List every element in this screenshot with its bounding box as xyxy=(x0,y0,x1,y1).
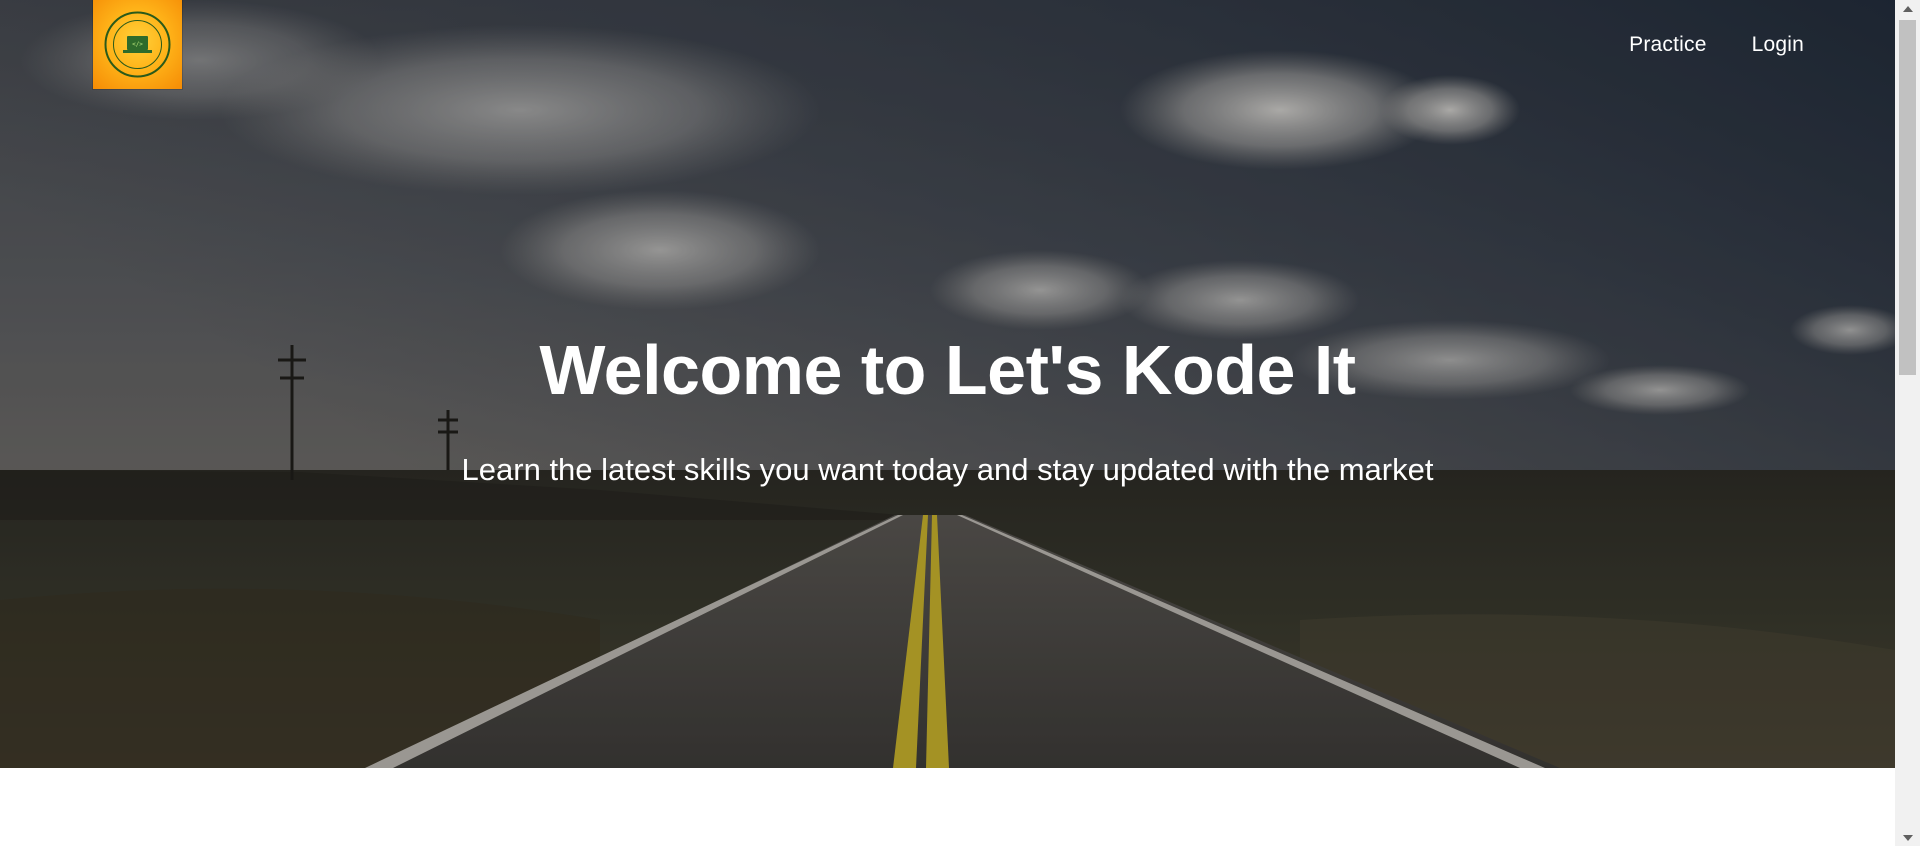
top-navigation: Practice Login xyxy=(1629,33,1804,57)
site-logo[interactable]: </> xyxy=(93,0,182,89)
hero-title: Welcome to Let's Kode It xyxy=(539,331,1356,409)
page: </> Practice Login Welcome to Let's Kode… xyxy=(0,0,1895,846)
vertical-scrollbar[interactable] xyxy=(1895,0,1920,846)
scroll-down-arrow-icon[interactable] xyxy=(1895,829,1920,846)
hero-section: </> Practice Login Welcome to Let's Kode… xyxy=(0,0,1895,768)
scroll-up-arrow-icon[interactable] xyxy=(1895,0,1920,17)
svg-text:</>: </> xyxy=(132,41,143,48)
nav-login-link[interactable]: Login xyxy=(1752,33,1804,57)
hero-subtitle: Learn the latest skills you want today a… xyxy=(461,452,1434,487)
nav-practice-link[interactable]: Practice xyxy=(1629,33,1706,57)
logo-badge-icon: </> xyxy=(104,11,171,78)
scrollbar-thumb[interactable] xyxy=(1899,20,1916,375)
